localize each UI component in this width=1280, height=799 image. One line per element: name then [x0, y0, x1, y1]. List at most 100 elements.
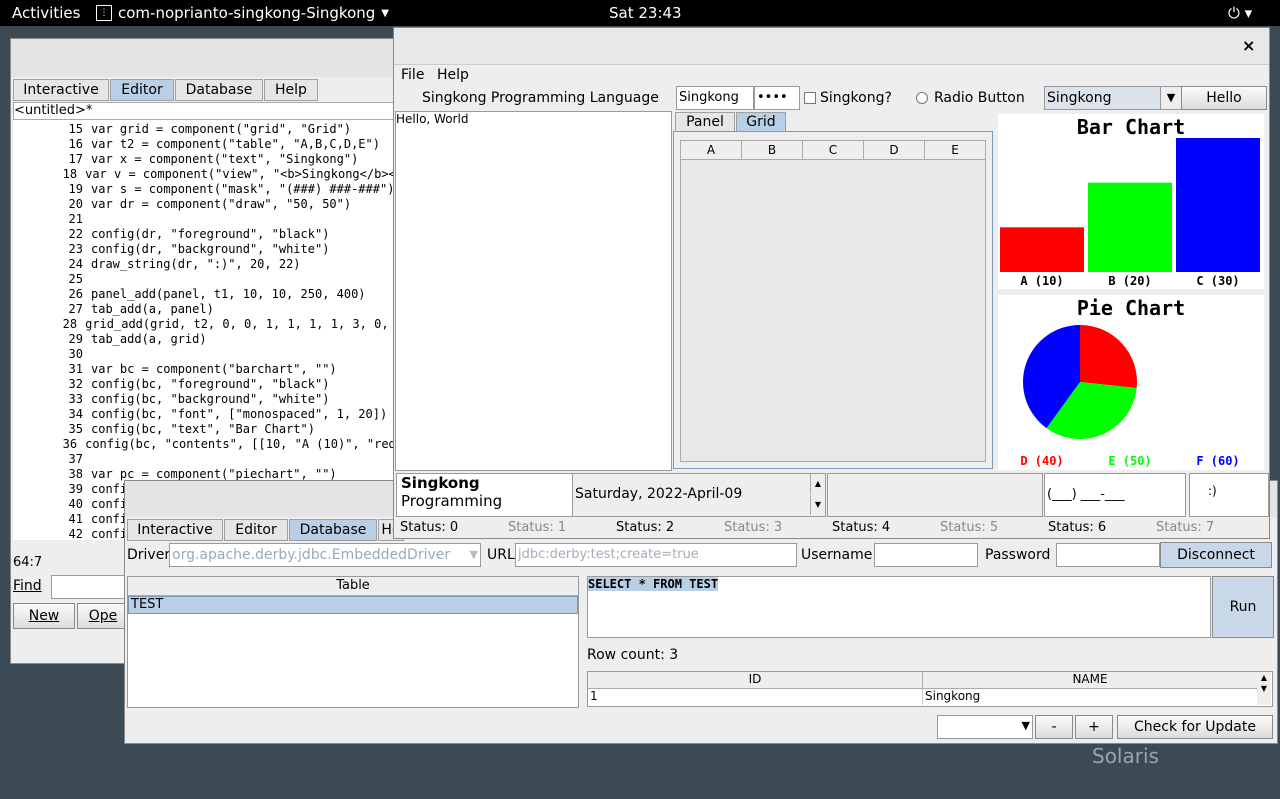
code-text: config(bc, "foreground", "black")	[91, 377, 330, 391]
code-text: confi	[91, 527, 128, 540]
line-number: 15	[68, 122, 83, 136]
code-line: 20 var dr = component("draw", "50, 50")	[13, 197, 403, 212]
code-line: 29 tab_add(a, grid)	[13, 332, 403, 347]
activities-button[interactable]: Activities	[12, 4, 80, 22]
grid-column-header[interactable]: A	[681, 141, 742, 160]
code-line: 30	[13, 347, 403, 362]
bar	[1000, 227, 1084, 272]
code-line: 17 var x = component("text", "Singkong")	[13, 152, 403, 167]
plus-button[interactable]: +	[1075, 715, 1113, 739]
password-input[interactable]	[1056, 543, 1160, 567]
line-number: 39	[68, 482, 83, 496]
table-row[interactable]: TEST	[128, 596, 578, 614]
date-value: Saturday, 2022-April-09	[575, 486, 743, 502]
query-editor[interactable]: SELECT * FROM TEST	[587, 576, 1211, 638]
code-line: 32 config(bc, "foreground", "black")	[13, 377, 403, 392]
column-header-name[interactable]: NAME	[923, 672, 1257, 689]
new-button[interactable]: New	[13, 603, 75, 629]
text-area[interactable]: Hello, World	[395, 111, 672, 471]
singkong-combo[interactable]: Singkong ▼	[1044, 86, 1182, 110]
grid-column-header[interactable]: C	[803, 141, 864, 160]
chevron-down-icon: ▼	[1021, 719, 1030, 732]
tab-editor[interactable]: Editor	[110, 79, 174, 101]
spinner-down-icon[interactable]: ▼	[810, 495, 825, 515]
bar-label: B (20)	[1108, 274, 1151, 288]
line-number: 26	[68, 287, 83, 301]
code-text: tab_add(a, grid)	[91, 332, 207, 346]
grid-column-header[interactable]: E	[925, 141, 986, 160]
url-input[interactable]: jdbc:derby:test;create=true	[515, 543, 797, 567]
code-line: 16 var t2 = component("table", "A,B,C,D,E…	[13, 137, 403, 152]
date-spinner[interactable]: Saturday, 2022-April-09 ▲ ▼	[572, 473, 826, 517]
editor-titlebar	[11, 39, 411, 77]
clock[interactable]: Sat 23:43	[609, 4, 682, 22]
tab-help[interactable]: Help	[264, 79, 318, 101]
check-update-button[interactable]: Check for Update	[1117, 715, 1273, 739]
code-text: draw_string(dr, ":)", 20, 22)	[91, 257, 301, 271]
password-value: ••••	[757, 90, 788, 105]
chart-title: Bar Chart	[1077, 115, 1185, 139]
tab-database[interactable]: Database	[289, 519, 377, 541]
tab-grid[interactable]: Grid	[736, 112, 786, 132]
pie-slice	[1080, 325, 1137, 388]
database-tabs: Interactive Editor Database He	[127, 519, 427, 541]
code-line: 37	[13, 452, 403, 467]
run-button[interactable]: Run	[1212, 576, 1274, 638]
code-text: var v = component("view", "<b>Singkong</…	[85, 167, 403, 181]
find-input[interactable]	[51, 575, 133, 599]
column-header-id[interactable]: ID	[588, 672, 923, 689]
code-text: panel_add(panel, t1, 10, 10, 250, 400)	[91, 287, 366, 301]
grid-column-header[interactable]: D	[864, 141, 925, 160]
file-label: <untitled>*	[13, 102, 405, 120]
radio-button[interactable]: Radio Button	[916, 90, 1025, 106]
menu-help[interactable]: Help	[437, 67, 469, 83]
tab-editor[interactable]: Editor	[224, 519, 288, 541]
results-scrollbar[interactable]: ▲ ▼	[1257, 672, 1271, 705]
chevron-down-icon: ▼	[1160, 87, 1181, 109]
singkong-checkbox[interactable]: Singkong?	[804, 90, 892, 106]
cell-name[interactable]: Singkong	[923, 689, 1257, 705]
spinner-up-icon[interactable]: ▲	[810, 474, 825, 494]
status-row: Status: 0 Status: 1 Status: 2 Status: 3 Stat…	[394, 518, 1269, 536]
code-area[interactable]: 15 var grid = component("grid", "Grid") 16…	[13, 120, 403, 540]
hello-button[interactable]: Hello	[1181, 86, 1267, 110]
code-line: 15 var grid = component("grid", "Grid")	[13, 122, 403, 137]
line-number: 38	[68, 467, 83, 481]
view-bold: Singkong	[401, 474, 480, 492]
tab-database[interactable]: Database	[175, 79, 263, 101]
code-line: 24 draw_string(dr, ":)", 20, 22)	[13, 257, 403, 272]
app-menu[interactable]: ⋮ com-noprianto-singkong-Singkong ▼	[96, 4, 389, 22]
view-normal: Programming	[401, 492, 503, 510]
tab-panel[interactable]: Panel	[675, 112, 735, 132]
line-number: 40	[68, 497, 83, 511]
disconnect-button[interactable]: Disconnect	[1160, 542, 1272, 568]
line-number: 32	[68, 377, 83, 391]
close-icon[interactable]: ×	[1242, 36, 1255, 55]
tables-header: Table	[128, 577, 578, 596]
cell-id[interactable]: 1	[588, 689, 923, 705]
text-area-value: Hello, World	[396, 112, 469, 126]
tab-interactive[interactable]: Interactive	[13, 79, 109, 101]
power-icon[interactable]: ⏻ ▾	[1228, 4, 1252, 22]
code-lines: 15 var grid = component("grid", "Grid") 16…	[13, 122, 403, 540]
code-text: config(bc, "font", ["monospaced", 1, 20]…	[91, 407, 388, 421]
mask-field[interactable]: (___) ___-___	[1044, 473, 1186, 517]
line-number: 18	[62, 167, 78, 181]
tab-interactive[interactable]: Interactive	[127, 519, 223, 541]
minus-button[interactable]: -	[1035, 715, 1073, 739]
find-label: Find	[13, 578, 42, 594]
top-bar: Activities ⋮ com-noprianto-singkong-Sing…	[0, 0, 1280, 26]
zoom-select[interactable]: ▼	[937, 715, 1033, 739]
password-field[interactable]: ••••	[754, 86, 800, 110]
empty-field[interactable]	[827, 473, 1043, 517]
line-number: 33	[68, 392, 83, 406]
open-button[interactable]: Ope	[77, 603, 129, 629]
username-input[interactable]	[874, 543, 978, 567]
grid-column-header[interactable]: B	[742, 141, 803, 160]
code-text: config(bc, "contents", [[10, "A (10)", "…	[85, 437, 403, 451]
singkong-text-field[interactable]: Singkong	[676, 86, 754, 110]
line-number: 30	[68, 347, 83, 361]
code-text: confi	[91, 512, 128, 526]
menu-file[interactable]: File	[401, 67, 424, 83]
driver-select[interactable]: org.apache.derby.jdbc.EmbeddedDriver ▼	[169, 543, 481, 567]
